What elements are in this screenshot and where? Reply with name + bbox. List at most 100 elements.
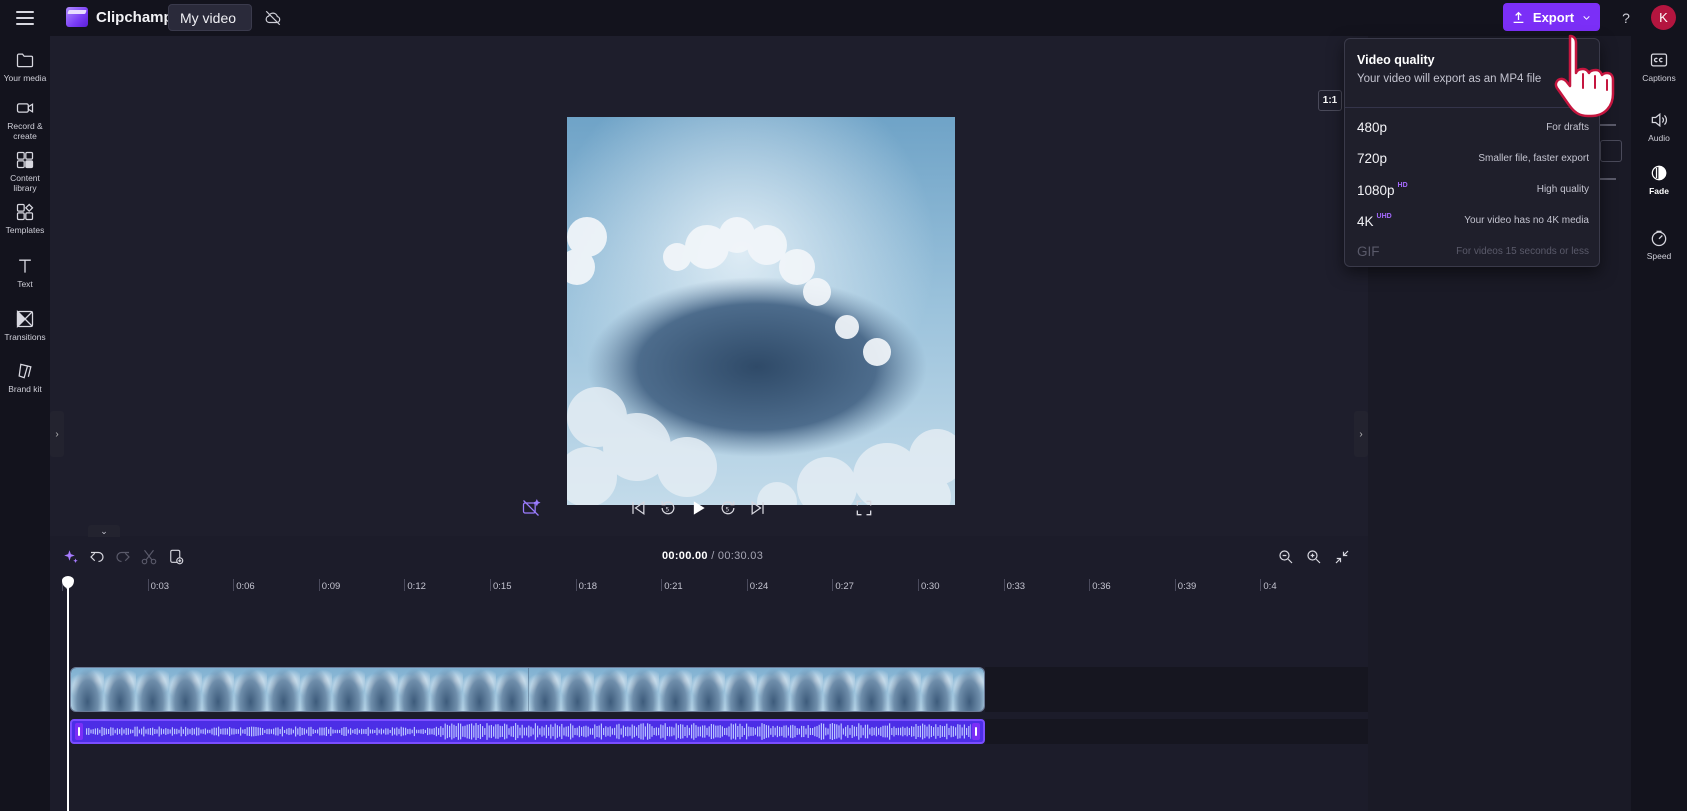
quality-description: Your video has no 4K media bbox=[1464, 215, 1589, 226]
waveform-bar bbox=[532, 728, 534, 735]
fullscreen-button[interactable] bbox=[854, 498, 874, 518]
ruler-tick-label: 0:30 bbox=[921, 581, 940, 592]
waveform-bar bbox=[792, 724, 794, 739]
cloud-off-icon[interactable] bbox=[264, 9, 282, 27]
svg-text:5: 5 bbox=[666, 507, 670, 513]
sidebar-item-text[interactable]: Text bbox=[0, 256, 50, 289]
magic-sparkle-button[interactable] bbox=[521, 498, 541, 518]
help-icon[interactable]: ? bbox=[1617, 9, 1635, 27]
audio-trim-handle-start[interactable] bbox=[75, 723, 83, 740]
waveform-bar bbox=[387, 728, 389, 735]
quality-option-1080p[interactable]: 1080p HD High quality bbox=[1345, 174, 1599, 205]
waveform-bar bbox=[812, 728, 814, 735]
ruler-tick bbox=[233, 579, 235, 591]
waveform-bar bbox=[662, 725, 664, 738]
zoom-out-button[interactable] bbox=[1277, 548, 1295, 566]
export-button[interactable]: Export bbox=[1503, 3, 1600, 31]
waveform-bar bbox=[673, 727, 675, 736]
clip-thumbnail bbox=[201, 668, 236, 711]
clip-thumbnail bbox=[397, 668, 432, 711]
playhead[interactable] bbox=[67, 580, 69, 811]
split-button[interactable] bbox=[140, 548, 158, 566]
waveform-bar bbox=[134, 726, 136, 737]
clip-thumbnail bbox=[463, 668, 497, 711]
waveform-bar bbox=[130, 729, 132, 734]
waveform-bar bbox=[284, 729, 286, 734]
waveform-bar bbox=[268, 728, 270, 735]
sidebar-item-content-library[interactable]: Content library bbox=[0, 150, 50, 193]
waveform-bar bbox=[721, 726, 723, 737]
undo-button[interactable] bbox=[88, 548, 106, 566]
quality-option-720p[interactable]: 720p Smaller file, faster export bbox=[1345, 143, 1599, 174]
clip-thumbnail bbox=[430, 668, 465, 711]
waveform-bar bbox=[629, 727, 631, 736]
redo-button[interactable] bbox=[114, 548, 132, 566]
sidebar-item-captions[interactable]: Captions bbox=[1631, 50, 1687, 83]
waveform-bar bbox=[422, 728, 424, 735]
waveform-bar bbox=[785, 725, 787, 738]
ruler-tick-label: 0:4 bbox=[1263, 581, 1277, 592]
waveform-bar bbox=[301, 727, 303, 736]
skip-to-end-button[interactable] bbox=[748, 498, 768, 518]
waveform-bar bbox=[345, 727, 347, 736]
aspect-ratio-button[interactable]: 1:1 bbox=[1318, 90, 1342, 111]
waveform-bar bbox=[937, 727, 939, 736]
video-clip[interactable] bbox=[70, 667, 985, 712]
waveform-bar bbox=[748, 726, 750, 737]
waveform-bar bbox=[455, 725, 457, 738]
zoom-in-button[interactable] bbox=[1305, 548, 1323, 566]
skip-to-start-button[interactable] bbox=[628, 498, 648, 518]
zoom-out-icon bbox=[1279, 550, 1293, 564]
fit-timeline-button[interactable] bbox=[1333, 548, 1351, 566]
left-panel-toggle[interactable]: › bbox=[50, 411, 64, 457]
avatar[interactable]: K bbox=[1651, 5, 1676, 30]
waveform-bar bbox=[167, 728, 169, 735]
waveform-bar bbox=[361, 728, 363, 735]
forward-5s-button[interactable]: 5 bbox=[718, 498, 738, 518]
video-preview[interactable] bbox=[567, 117, 955, 505]
menu-icon[interactable] bbox=[16, 9, 34, 27]
empty-track-area bbox=[985, 667, 1368, 712]
waveform-bar bbox=[957, 724, 959, 739]
waveform-bar bbox=[407, 729, 409, 734]
audio-clip[interactable] bbox=[70, 719, 985, 744]
waveform-bar bbox=[614, 727, 616, 736]
sidebar-item-transitions[interactable]: Transitions bbox=[0, 309, 50, 342]
audio-trim-handle-end[interactable] bbox=[972, 723, 980, 740]
sidebar-item-fade[interactable]: Fade bbox=[1631, 163, 1687, 196]
brand[interactable]: Clipchamp bbox=[66, 7, 173, 27]
waveform-bar bbox=[735, 723, 737, 740]
waveform-bar bbox=[589, 728, 591, 735]
project-title-input[interactable] bbox=[168, 4, 252, 31]
waveform-bar bbox=[823, 723, 825, 740]
waveform-bar bbox=[352, 729, 354, 734]
sidebar-item-audio[interactable]: Audio bbox=[1631, 110, 1687, 143]
waveform-bar bbox=[262, 728, 264, 735]
quality-option-4k[interactable]: 4K UHD Your video has no 4K media bbox=[1345, 205, 1599, 236]
waveform-bar bbox=[372, 729, 374, 734]
magic-edit-button[interactable] bbox=[62, 548, 80, 566]
clip-thumbnail bbox=[789, 668, 824, 711]
ruler-tick bbox=[575, 579, 577, 591]
add-media-button[interactable] bbox=[167, 548, 185, 566]
folder-icon bbox=[16, 53, 34, 68]
rewind-5s-button[interactable]: 5 bbox=[658, 498, 678, 518]
waveform-bar bbox=[341, 728, 343, 735]
sidebar-item-record-create[interactable]: Record & create bbox=[0, 98, 50, 141]
ruler-tick bbox=[1003, 579, 1005, 591]
waveform-bar bbox=[825, 727, 827, 736]
play-button[interactable] bbox=[688, 498, 708, 518]
waveform-bar bbox=[783, 725, 785, 738]
sidebar-item-your-media[interactable]: Your media bbox=[0, 50, 50, 83]
sidebar-item-speed[interactable]: Speed bbox=[1631, 228, 1687, 261]
sidebar-item-brand-kit[interactable]: Brand kit bbox=[0, 361, 50, 394]
sidebar-item-templates[interactable]: Templates bbox=[0, 202, 50, 235]
waveform-bar bbox=[244, 729, 246, 734]
waveform-bar bbox=[750, 727, 752, 736]
waveform-bar bbox=[838, 725, 840, 738]
waveform-bar bbox=[904, 727, 906, 736]
timeline-ruler[interactable]: 00:030:060:090:120:150:180:210:240:270:3… bbox=[50, 577, 1368, 597]
waveform-bar bbox=[739, 723, 741, 740]
right-panel-toggle[interactable]: › bbox=[1354, 411, 1368, 457]
waveform-bar bbox=[752, 727, 754, 736]
